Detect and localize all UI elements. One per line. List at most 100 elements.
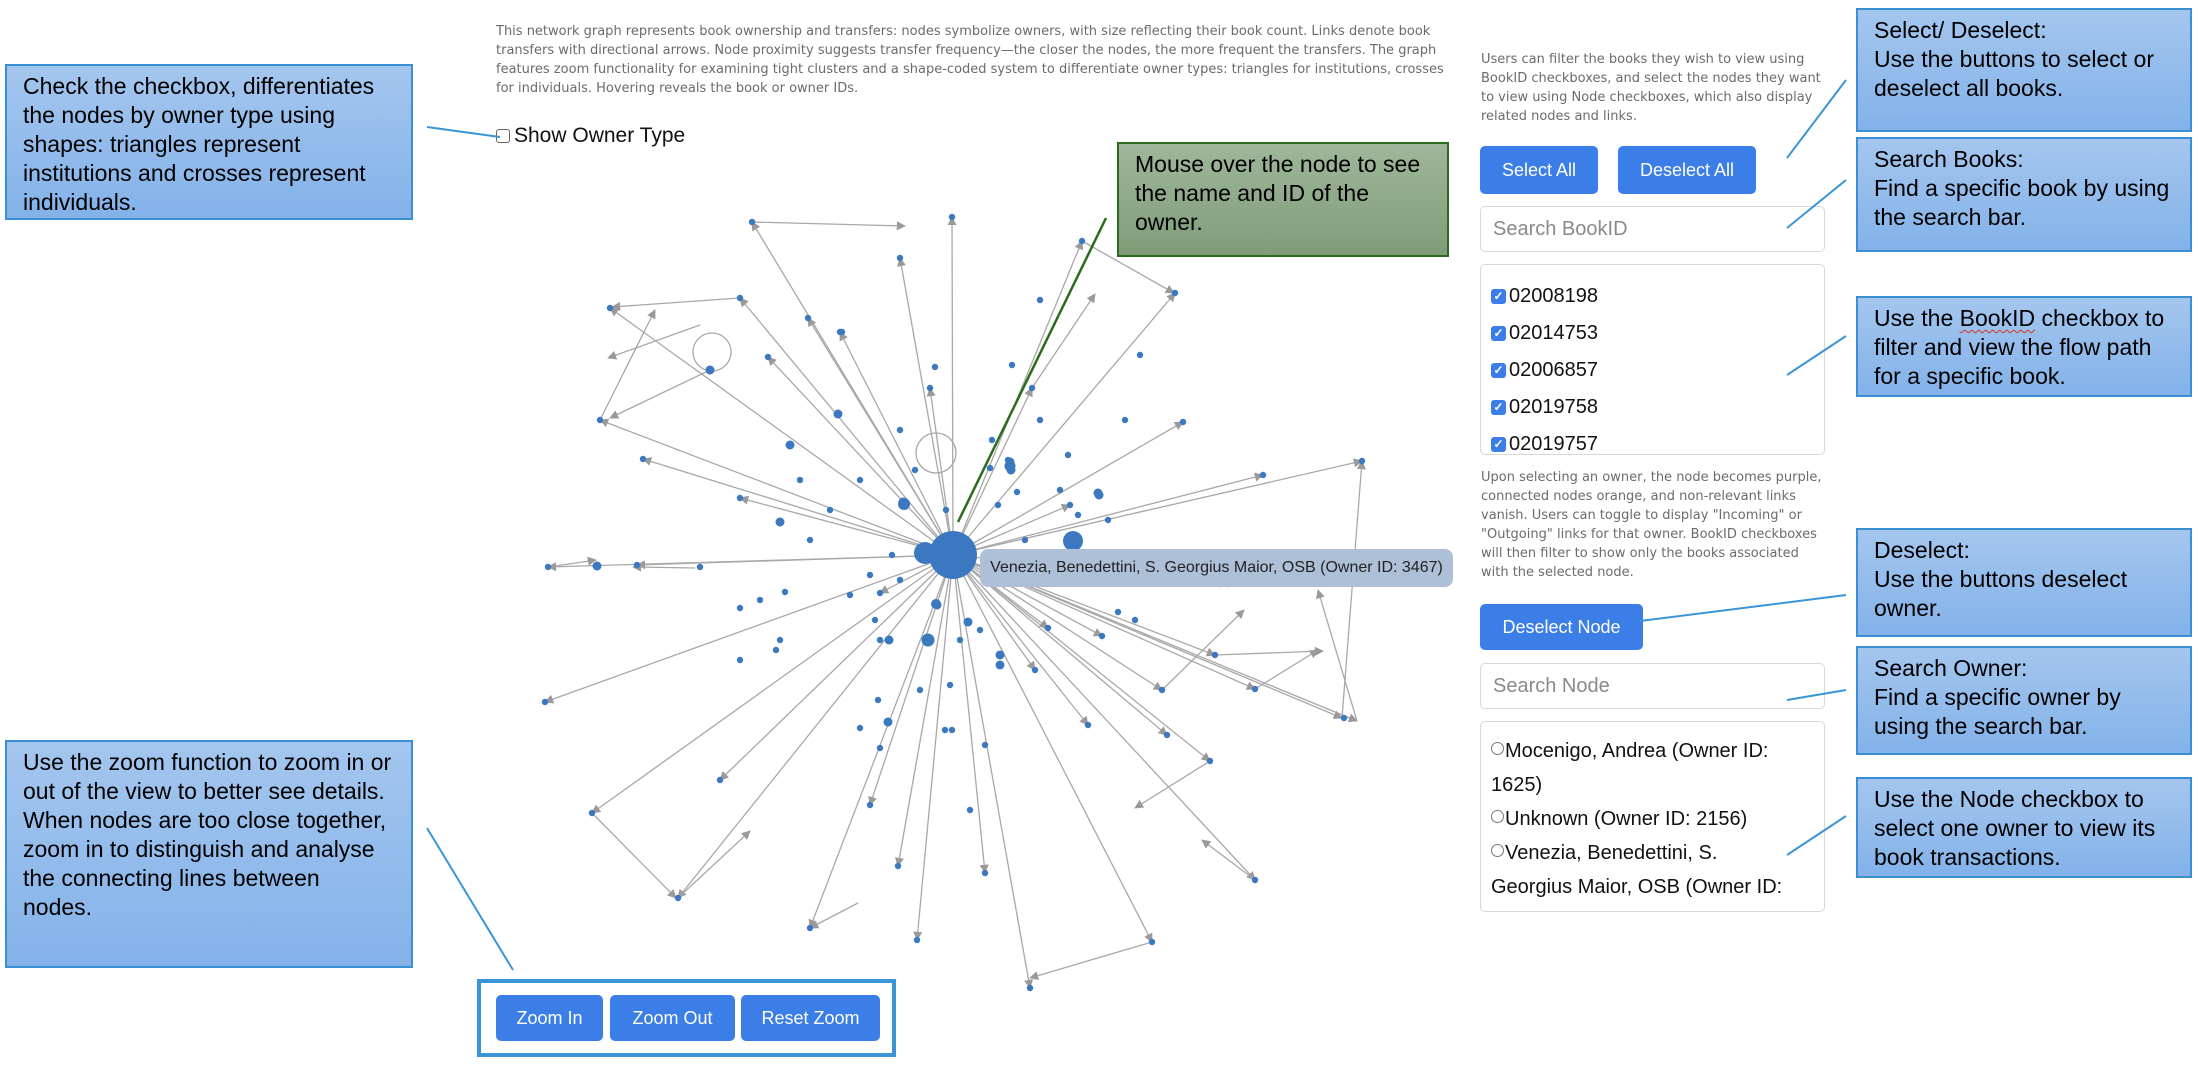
graph-node[interactable] [544, 563, 552, 571]
graph-node[interactable] [1036, 296, 1044, 304]
graph-node[interactable] [826, 506, 834, 514]
graph-node[interactable] [856, 476, 864, 484]
graph-node[interactable] [871, 616, 879, 624]
owner-item[interactable]: Mocenigo, Andrea (Owner ID: 1625) [1491, 734, 1801, 802]
zoom-in-button[interactable]: Zoom In [496, 995, 603, 1041]
graph-node[interactable] [948, 726, 956, 734]
graph-node[interactable] [1121, 416, 1129, 424]
graph-node[interactable] [639, 455, 647, 463]
graph-node[interactable] [736, 656, 744, 664]
owner-item[interactable]: Venezia, Benedettini, S. Georgius Maior,… [1491, 836, 1801, 911]
graph-node[interactable] [921, 633, 935, 647]
checkbox-checked-icon[interactable]: ✓ [1491, 289, 1506, 304]
graph-node[interactable] [941, 726, 949, 734]
graph-node[interactable] [986, 464, 994, 472]
graph-node[interactable] [981, 741, 989, 749]
graph-node[interactable] [716, 776, 724, 784]
graph-node[interactable] [1206, 757, 1214, 765]
graph-node[interactable] [963, 617, 973, 627]
graph-node[interactable] [981, 869, 989, 877]
graph-node[interactable] [806, 924, 814, 932]
graph-node[interactable] [1094, 490, 1104, 500]
graph-node[interactable] [705, 365, 715, 375]
graph-node[interactable] [898, 498, 910, 510]
graph-node[interactable] [804, 314, 812, 322]
radio-icon[interactable] [1491, 844, 1504, 857]
graph-node[interactable] [1131, 616, 1139, 624]
owner-list[interactable]: Mocenigo, Andrea (Owner ID: 1625) Unknow… [1480, 721, 1825, 912]
graph-node[interactable] [833, 409, 843, 419]
graph-node[interactable] [588, 809, 596, 817]
graph-node[interactable] [772, 646, 780, 654]
graph-node[interactable] [633, 561, 641, 569]
graph-node[interactable] [764, 353, 772, 361]
graph-node[interactable] [1004, 460, 1016, 472]
graph-node[interactable] [926, 384, 934, 392]
graph-node[interactable] [1163, 731, 1171, 739]
graph-node[interactable] [1104, 516, 1112, 524]
graph-node[interactable] [1078, 237, 1086, 245]
graph-node[interactable] [1098, 632, 1106, 640]
graph-node[interactable] [1021, 536, 1029, 544]
graph-node[interactable] [966, 806, 974, 814]
radio-icon[interactable] [1491, 742, 1504, 755]
graph-node[interactable] [1114, 608, 1122, 616]
bookid-item[interactable]: ✓ 02014753 [1491, 322, 1598, 345]
checkbox-checked-icon[interactable]: ✓ [1491, 400, 1506, 415]
graph-node[interactable] [911, 466, 919, 474]
graph-node[interactable] [806, 536, 814, 544]
graph-node[interactable] [1008, 361, 1016, 369]
graph-node[interactable] [1179, 418, 1187, 426]
radio-icon[interactable] [1491, 810, 1504, 823]
deselect-all-button[interactable]: Deselect All [1618, 146, 1756, 194]
graph-node[interactable] [1026, 984, 1034, 992]
graph-node[interactable] [931, 599, 941, 609]
graph-node[interactable] [592, 561, 602, 571]
bookid-item[interactable]: ✓ 02008198 [1491, 285, 1598, 308]
graph-node[interactable] [1251, 876, 1259, 884]
graph-node[interactable] [1171, 289, 1179, 297]
graph-node[interactable] [736, 494, 744, 502]
graph-node[interactable] [736, 294, 744, 302]
graph-node[interactable] [894, 862, 902, 870]
graph-node[interactable] [913, 936, 921, 944]
graph-node[interactable] [931, 363, 939, 371]
graph-node[interactable] [874, 696, 882, 704]
graph-node[interactable] [1013, 488, 1021, 496]
graph-node[interactable] [942, 506, 950, 514]
graph-node[interactable] [884, 635, 894, 645]
graph-node[interactable] [956, 636, 964, 644]
graph-node[interactable] [776, 636, 784, 644]
graph-node[interactable] [1064, 451, 1072, 459]
graph-node[interactable] [596, 416, 604, 424]
reset-zoom-button[interactable]: Reset Zoom [741, 995, 880, 1041]
bookid-item[interactable]: ✓ 02019757 [1491, 433, 1598, 454]
graph-node[interactable] [916, 686, 924, 694]
checkbox-checked-icon[interactable]: ✓ [1491, 326, 1506, 341]
graph-node[interactable] [866, 571, 874, 579]
graph-node[interactable] [948, 213, 956, 221]
graph-node[interactable] [756, 596, 764, 604]
graph-node[interactable] [838, 328, 846, 336]
graph-node[interactable] [1251, 685, 1259, 693]
select-all-button[interactable]: Select All [1480, 146, 1598, 194]
graph-node[interactable] [856, 724, 864, 732]
graph-node[interactable] [896, 254, 904, 262]
graph-node[interactable] [1031, 666, 1039, 674]
graph-node[interactable] [988, 436, 996, 444]
graph-node[interactable] [995, 660, 1005, 670]
graph-node[interactable] [876, 636, 884, 644]
graph-node[interactable] [748, 218, 756, 226]
checkbox-checked-icon[interactable]: ✓ [1491, 437, 1506, 452]
bookid-item[interactable]: ✓ 02019758 [1491, 396, 1598, 419]
graph-node[interactable] [1036, 416, 1044, 424]
hub-node-owner-3467[interactable] [929, 531, 977, 579]
graph-node[interactable] [866, 801, 874, 809]
graph-node[interactable] [846, 591, 854, 599]
graph-node[interactable] [796, 476, 804, 484]
graph-node[interactable] [1028, 384, 1036, 392]
graph-node[interactable] [1066, 501, 1074, 509]
graph-node[interactable] [1158, 686, 1166, 694]
owner-item[interactable]: Unknown (Owner ID: 2156) [1491, 802, 1801, 836]
search-bookid-input[interactable]: Search BookID [1480, 206, 1825, 252]
